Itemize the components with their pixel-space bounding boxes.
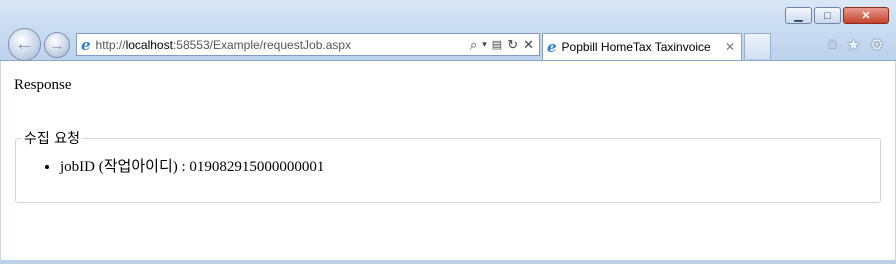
- new-tab-button[interactable]: [744, 33, 771, 59]
- url-scheme: http://: [95, 37, 126, 52]
- compatibility-view-icon[interactable]: ▤: [492, 38, 502, 51]
- job-request-fieldset: 수집 요청 jobID (작업아이디) : 019082915000000001: [15, 128, 881, 203]
- page-title: Response: [14, 77, 72, 93]
- favorites-star-icon[interactable]: ★: [846, 35, 860, 55]
- dropdown-icon[interactable]: ▾: [482, 39, 487, 50]
- close-window-button[interactable]: ✕: [843, 7, 889, 24]
- home-icon[interactable]: ⌂: [828, 35, 838, 55]
- list-item: jobID (작업아이디) : 019082915000000001: [60, 155, 880, 176]
- address-tools: ⌕ ▾ ▤ ↻ ✕: [470, 37, 539, 53]
- tab-favicon-icon: e: [547, 38, 557, 56]
- page-content: Response 수집 요청 jobID (작업아이디) : 019082915…: [0, 61, 896, 260]
- minimize-button[interactable]: ▁: [785, 7, 812, 24]
- forward-button[interactable]: →: [44, 32, 70, 58]
- tab-title: Popbill HomeTax Taxinvoice: [561, 40, 711, 54]
- browser-chrome: ▁ □ ✕ ← → e http://localhost:58553/Examp…: [0, 0, 896, 61]
- forward-arrow-icon: →: [49, 36, 65, 54]
- stop-icon[interactable]: ✕: [523, 37, 534, 53]
- url-host: localhost: [125, 37, 173, 52]
- ie-page-icon: e: [81, 35, 91, 54]
- tab-popbill[interactable]: e Popbill HomeTax Taxinvoice ✕: [542, 33, 742, 60]
- tab-close-icon[interactable]: ✕: [725, 40, 735, 54]
- address-bar[interactable]: e http://localhost:58553/Example/request…: [76, 33, 540, 56]
- refresh-icon[interactable]: ↻: [507, 37, 518, 53]
- result-list: jobID (작업아이디) : 019082915000000001: [16, 155, 880, 176]
- gear-icon[interactable]: ⚙: [870, 35, 884, 55]
- back-arrow-icon: ←: [14, 33, 35, 55]
- window-controls: ▁ □ ✕: [783, 7, 889, 24]
- search-icon[interactable]: ⌕: [470, 37, 477, 53]
- maximize-button[interactable]: □: [814, 7, 841, 24]
- window-bottom-border: [0, 260, 896, 264]
- browser-tools: ⌂ ★ ⚙: [828, 35, 884, 55]
- fieldset-legend: 수집 요청: [24, 131, 80, 147]
- back-button[interactable]: ←: [8, 28, 41, 61]
- url-path: :58553/Example/requestJob.aspx: [172, 37, 352, 52]
